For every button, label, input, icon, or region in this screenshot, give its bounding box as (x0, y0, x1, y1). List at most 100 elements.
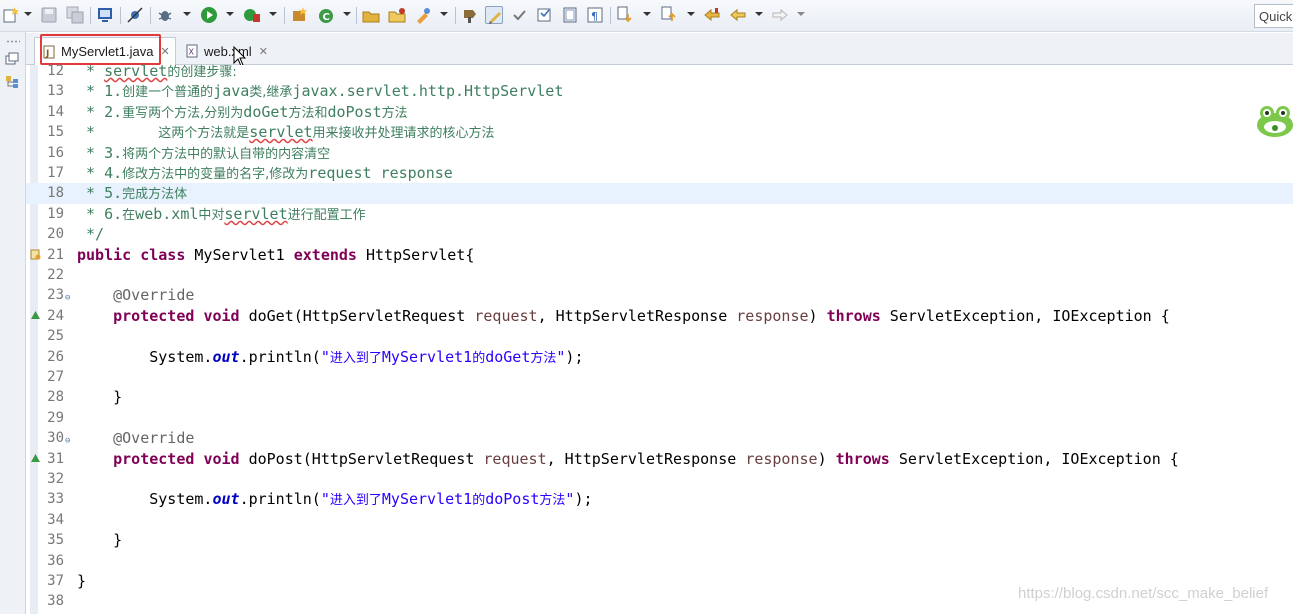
line-number: 17 (47, 165, 64, 181)
code-text: System.out.println("进入到了MyServlet1的doPos… (77, 489, 592, 511)
code-token: doPost (485, 490, 540, 509)
run-icon[interactable] (200, 6, 218, 24)
code-line[interactable]: 29 (26, 408, 1293, 428)
code-token: @Override (77, 286, 195, 305)
package-explorer-icon[interactable] (5, 74, 19, 88)
publish-icon[interactable] (96, 6, 114, 24)
debug-icon[interactable] (156, 6, 174, 24)
code-line[interactable]: 28 } (26, 387, 1293, 407)
last-edit-location-icon[interactable] (703, 6, 721, 24)
code-line[interactable]: 32 (26, 469, 1293, 489)
code-text: System.out.println("进入到了MyServlet1的doGet… (77, 347, 583, 369)
trim-grip[interactable] (6, 40, 20, 43)
line-number: 37 (47, 573, 64, 589)
open-task-icon[interactable] (388, 6, 406, 24)
debug-dropdown-icon[interactable] (183, 12, 191, 16)
code-token: servlet (104, 62, 168, 80)
save-icon[interactable] (40, 6, 58, 24)
code-token: 这两个方法就是 (158, 126, 250, 142)
forward-icon[interactable] (771, 6, 789, 24)
code-line[interactable]: 18 * 5.完成方法体 (26, 183, 1293, 204)
code-token: 将两个方法中的默认自带的内容清空 (122, 146, 331, 162)
code-line[interactable]: 14 * 2.重写两个方法,分别为doGet方法和doPost方法 (26, 102, 1293, 122)
search-icon[interactable] (414, 6, 432, 24)
next-annotation-icon[interactable] (536, 6, 554, 24)
code-line[interactable]: 16 * 3.将两个方法中的默认自带的内容清空 (26, 143, 1293, 163)
line-number: 24 (47, 307, 64, 324)
code-line[interactable]: 23 ⊖ @Override (26, 285, 1293, 305)
toggle-block-selection-icon[interactable] (485, 6, 503, 24)
skip-breakpoints-icon[interactable] (126, 6, 144, 24)
override-marker-icon[interactable] (30, 310, 41, 321)
code-token: protected (113, 449, 195, 468)
paragraph-icon[interactable]: ¶ (586, 6, 604, 24)
code-token: HttpServlet{ (356, 245, 475, 264)
code-line[interactable]: 21 public class MyServlet1 extends HttpSe… (26, 245, 1293, 265)
next-edit-icon[interactable] (616, 6, 634, 24)
code-line[interactable]: 27 (26, 367, 1293, 387)
code-line[interactable]: 22 (26, 265, 1293, 285)
code-token: public (77, 245, 132, 264)
code-line[interactable]: 25 (26, 326, 1293, 346)
prev-edit-icon[interactable] (660, 6, 678, 24)
close-icon[interactable]: ✕ (259, 45, 268, 58)
warning-marker-icon[interactable] (30, 249, 41, 260)
code-line[interactable]: 30 ⊖ @Override (26, 428, 1293, 448)
search-dropdown-icon[interactable] (440, 12, 448, 16)
restore-icon[interactable] (5, 51, 19, 65)
line-number: 31 (47, 450, 64, 467)
code-line[interactable]: 13 * 1.创建一个普通的java类,继承javax.servlet.http… (26, 81, 1293, 101)
code-token: throws (826, 306, 881, 325)
toggle-mark-occurrences-icon[interactable] (461, 6, 479, 24)
line-number: 32 (47, 471, 64, 487)
code-token: 进入到了 (329, 493, 382, 509)
close-icon[interactable]: ✕ (160, 45, 169, 58)
new-dropdown-icon[interactable] (24, 12, 32, 16)
back-icon[interactable] (729, 6, 747, 24)
code-token: ) (817, 449, 836, 468)
line-number: 21 (47, 246, 64, 263)
new-java-package-icon[interactable] (290, 6, 308, 24)
save-all-icon[interactable] (66, 6, 84, 24)
xml-file-icon: X (186, 44, 198, 58)
code-line[interactable]: 20 */ (26, 224, 1293, 244)
code-token: 用来接收并处理请求的核心方法 (312, 126, 495, 142)
code-token: } (77, 531, 123, 550)
run-dropdown-icon[interactable] (226, 12, 234, 16)
code-line[interactable]: 26 System.out.println("进入到了MyServlet1的do… (26, 347, 1293, 367)
code-line[interactable]: 19 * 6.在web.xml中对servlet进行配置工作 (26, 204, 1293, 224)
code-line[interactable]: 17 * 4.修改方法中的变量的名字,修改为request response (26, 163, 1293, 183)
code-token: MyServlet1 (185, 245, 294, 264)
new-icon[interactable] (2, 6, 20, 24)
override-marker-icon[interactable] (30, 453, 41, 464)
external-tools-dropdown-icon[interactable] (269, 12, 277, 16)
code-line[interactable]: 24 protected void doGet(HttpServletReque… (26, 306, 1293, 326)
new-class-dropdown-icon[interactable] (343, 12, 351, 16)
code-editor[interactable]: 12 * servlet的创建步骤: 13 * 1.创建一个普通的java类,继承… (26, 62, 1293, 614)
external-tools-icon[interactable] (243, 6, 261, 24)
code-line[interactable]: 15 * 这两个方法就是servlet用来接收并处理请求的核心方法 (26, 122, 1293, 142)
code-token: ) (808, 306, 827, 325)
code-token: response (745, 449, 818, 468)
back-dropdown-icon[interactable] (755, 12, 763, 16)
open-type-icon[interactable] (362, 6, 380, 24)
code-token: request (474, 306, 538, 325)
quick-access-field[interactable]: Quick (1254, 4, 1293, 28)
watermark: https://blog.csdn.net/scc_make_belief (1018, 585, 1269, 602)
previous-annotation-icon[interactable] (561, 6, 579, 24)
show-whitespace-icon[interactable] (510, 6, 528, 24)
code-line[interactable]: 12 * servlet的创建步骤: (26, 61, 1293, 81)
code-token: doPost(HttpServletRequest (239, 449, 484, 468)
code-line[interactable]: 33 System.out.println("进入到了MyServlet1的do… (26, 489, 1293, 509)
line-number: 19 (47, 205, 64, 222)
code-token: * (77, 123, 159, 142)
prev-edit-dropdown-icon[interactable] (687, 12, 695, 16)
code-line[interactable]: 35 } (26, 530, 1293, 550)
forward-dropdown-icon[interactable] (797, 12, 805, 16)
next-edit-dropdown-icon[interactable] (643, 12, 651, 16)
code-line[interactable]: 34 (26, 510, 1293, 530)
code-token: 进入到了 (329, 350, 382, 366)
code-line[interactable]: 31 protected void doPost(HttpServletRequ… (26, 449, 1293, 469)
new-java-class-icon[interactable]: C (318, 6, 336, 24)
code-line[interactable]: 36 (26, 551, 1293, 571)
